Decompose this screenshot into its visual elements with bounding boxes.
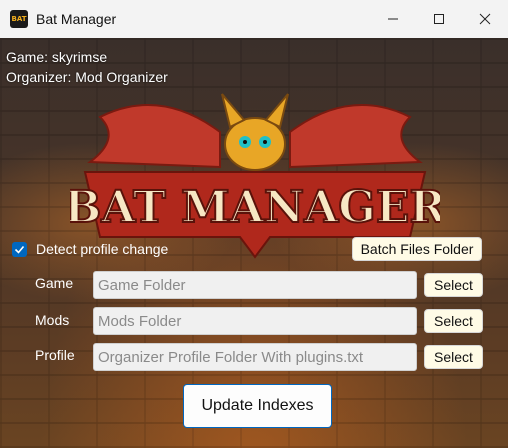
game-folder-input[interactable] xyxy=(93,271,417,299)
mods-folder-input[interactable] xyxy=(93,307,417,335)
window-title: Bat Manager xyxy=(36,11,117,27)
detect-profile-checkbox[interactable] xyxy=(12,241,27,257)
minimize-icon xyxy=(388,18,398,20)
profile-folder-input[interactable] xyxy=(93,343,417,371)
maximize-button[interactable] xyxy=(416,0,462,38)
detect-profile-label: Detect profile change xyxy=(36,241,169,257)
minimize-button[interactable] xyxy=(370,0,416,38)
mods-select-button[interactable]: Select xyxy=(424,309,483,333)
close-icon xyxy=(479,13,491,25)
batch-files-folder-button[interactable]: Batch Files Folder xyxy=(352,237,482,261)
main-panel: Game: skyrimse Organizer: Mod Organizer … xyxy=(0,38,508,448)
detect-profile-row[interactable]: Detect profile change xyxy=(12,241,168,257)
profile-select-button[interactable]: Select xyxy=(424,345,483,369)
app-window: BAT Bat Manager Game: skyrimse Organizer… xyxy=(0,0,508,448)
game-info: Game: skyrimse xyxy=(6,49,108,65)
logo-text: BAT MANAGER xyxy=(70,182,440,233)
close-button[interactable] xyxy=(462,0,508,38)
update-indexes-button[interactable]: Update Indexes xyxy=(183,384,332,428)
title-bar[interactable]: BAT Bat Manager xyxy=(0,0,508,38)
bat-app-icon: BAT xyxy=(10,10,28,28)
game-select-button[interactable]: Select xyxy=(424,273,483,297)
maximize-icon xyxy=(434,14,444,24)
mods-label: Mods xyxy=(35,312,70,328)
profile-label: Profile xyxy=(35,347,75,363)
window-controls xyxy=(370,0,508,38)
game-label: Game xyxy=(35,275,74,291)
checkmark-icon xyxy=(14,245,25,254)
bat-manager-logo: BAT MANAGER xyxy=(70,93,440,259)
